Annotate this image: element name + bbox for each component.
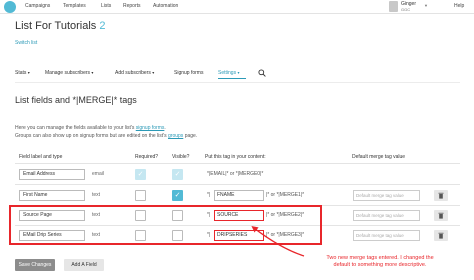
desc-text: page. — [184, 133, 198, 139]
section-description: Here you can manage the fields available… — [15, 125, 198, 139]
annotation-line: Two new merge tags entered. I changed th… — [326, 255, 434, 261]
field-label-input[interactable]: Email Address — [19, 169, 85, 180]
annotation-line: default to something more descriptive. — [333, 262, 427, 268]
col-header-field: Field label and type — [19, 154, 63, 160]
field-type: email — [92, 171, 104, 177]
delete-field-button[interactable] — [434, 230, 448, 241]
tab-add-subscribers[interactable]: Add subscribers ▾ — [115, 70, 154, 76]
tab-signup-forms[interactable]: Signup forms — [174, 70, 203, 76]
visible-checkbox: ✓ — [172, 169, 183, 180]
merge-tag-prefix: *| — [207, 192, 211, 198]
add-field-button[interactable]: Add A Field — [64, 259, 104, 271]
divider — [15, 163, 460, 164]
tab-label: Stats — [15, 70, 27, 76]
tab-label: Signup forms — [174, 70, 204, 76]
trash-icon — [438, 232, 444, 239]
chevron-down-icon: ▾ — [27, 70, 30, 75]
nav-automation[interactable]: Automation — [153, 3, 178, 9]
default-value-input[interactable]: Default merge tag value — [353, 230, 420, 241]
trash-icon — [438, 212, 444, 219]
active-tab-indicator — [218, 78, 246, 79]
col-header-required: Required? — [135, 154, 159, 160]
annotation-arrow-icon — [251, 226, 305, 257]
annotation-note: Two new merge tags entered. I changed th… — [295, 255, 465, 269]
tab-label: Add subscribers — [115, 70, 151, 76]
field-label-input[interactable]: First Name — [19, 190, 85, 201]
groups-link[interactable]: groups — [168, 133, 183, 139]
divider — [15, 82, 460, 83]
list-count: 2 — [99, 20, 106, 32]
mailchimp-logo-icon[interactable] — [4, 1, 16, 13]
nav-templates[interactable]: Templates — [63, 3, 86, 9]
col-header-default: Default merge tag value — [352, 154, 406, 160]
desc-text: Here you can manage the fields available… — [15, 125, 135, 131]
col-header-visible: Visible? — [172, 154, 190, 160]
help-link[interactable]: Help — [454, 3, 464, 9]
chevron-down-icon: ▾ — [91, 70, 94, 75]
chevron-down-icon[interactable]: ▼ — [424, 3, 428, 8]
merge-tag-text: *|EMAIL|* or *|MERGE0|* — [207, 171, 264, 177]
tab-label: Settings — [218, 70, 237, 76]
list-name: List For Tutorials — [15, 20, 97, 32]
delete-field-button[interactable] — [434, 190, 448, 201]
section-title: List fields and *|MERGE|* tags — [15, 95, 137, 105]
nav-reports[interactable]: Reports — [123, 3, 141, 9]
nav-campaigns[interactable]: Campaigns — [25, 3, 50, 9]
tab-label: Manage subscribers — [45, 70, 91, 76]
required-checkbox: ✓ — [135, 169, 146, 180]
default-value-input[interactable]: Default merge tag value — [353, 190, 420, 201]
desc-text: Groups can also show up on signup forms … — [15, 133, 167, 139]
visible-checkbox[interactable]: ✓ — [172, 190, 183, 201]
trash-icon — [438, 192, 444, 199]
signup-forms-link[interactable]: signup forms — [136, 125, 165, 131]
col-header-tag: Put this tag in your content: — [205, 154, 266, 160]
default-value-input[interactable]: Default merge tag value — [353, 210, 420, 221]
tab-settings[interactable]: Settings ▾ — [218, 70, 239, 76]
page-title: List For Tutorials 2 — [15, 20, 106, 32]
nav-lists[interactable]: Lists — [101, 3, 111, 9]
tab-stats[interactable]: Stats ▾ — [15, 70, 30, 76]
chevron-down-icon: ▾ — [152, 70, 155, 75]
user-account: GGC — [401, 7, 411, 12]
tab-manage-subscribers[interactable]: Manage subscribers ▾ — [45, 70, 93, 76]
merge-tag-input[interactable]: FNAME — [214, 190, 264, 201]
required-checkbox[interactable] — [135, 190, 146, 201]
avatar[interactable] — [389, 1, 398, 12]
field-type: text — [92, 192, 101, 198]
delete-field-button[interactable] — [434, 210, 448, 221]
divider — [15, 184, 460, 185]
merge-tag-suffix: |* or *|MERGE1|* — [266, 192, 305, 198]
save-changes-button[interactable]: Save Changes — [15, 259, 55, 271]
switch-list-link[interactable]: Switch list — [15, 40, 37, 46]
chevron-down-icon: ▾ — [237, 70, 240, 75]
search-icon[interactable] — [258, 69, 266, 77]
